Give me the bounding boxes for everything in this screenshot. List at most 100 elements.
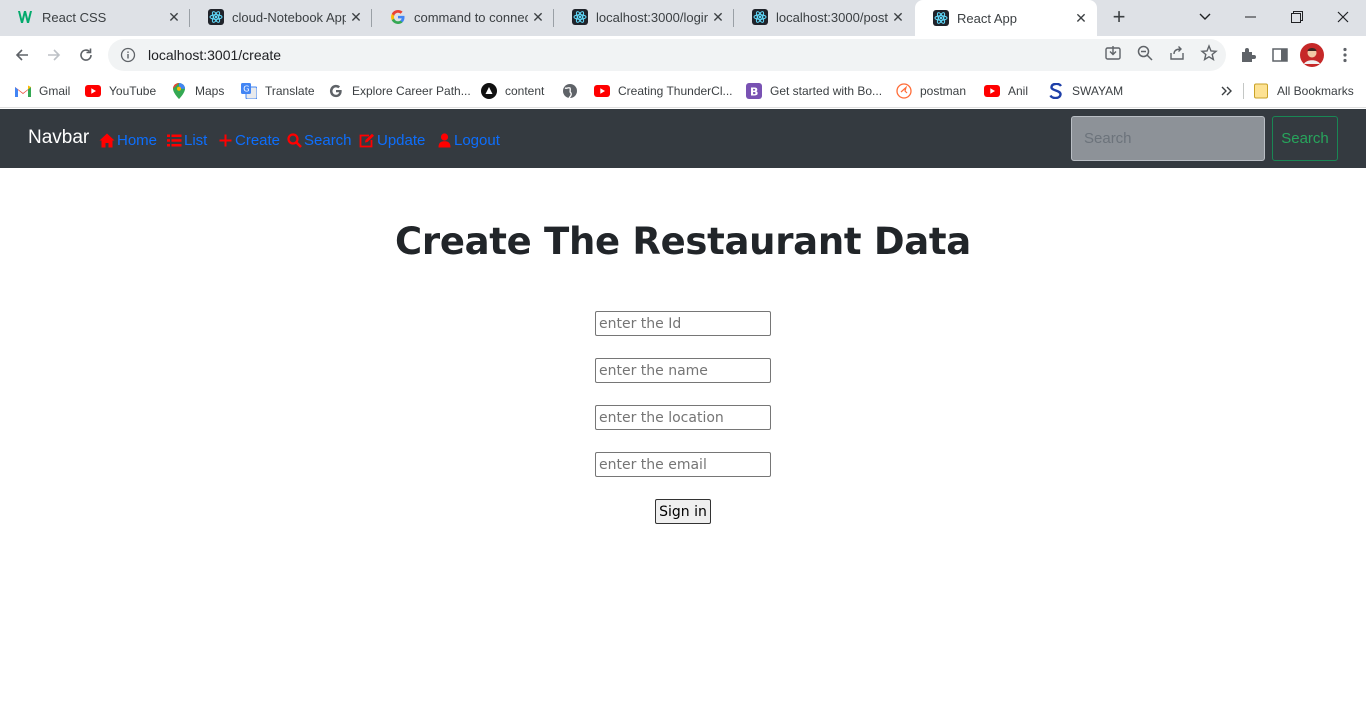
close-tab-icon[interactable]: ✕ (164, 7, 184, 27)
plus-icon (217, 132, 233, 148)
bootstrap-icon: B (746, 83, 762, 99)
email-field[interactable] (595, 452, 771, 477)
bookmark-label: Anil (1008, 84, 1029, 98)
svg-text:G: G (243, 85, 249, 94)
browser-tab-title: cloud-Notebook App (232, 9, 346, 25)
nav-link-label: Create (235, 131, 281, 149)
share-icon[interactable] (1168, 44, 1186, 67)
nav-link-label: Update (377, 131, 426, 149)
bookmark-translate[interactable]: G Translate (241, 81, 315, 101)
search-icon (286, 132, 302, 148)
address-bar[interactable]: localhost:3001/create (108, 39, 1226, 71)
bookmark-bootstrap[interactable]: B Get started with Bo... (746, 81, 882, 101)
maps-icon (171, 83, 187, 99)
browser-tab-title: command to connect (414, 9, 528, 25)
browser-tab[interactable]: cloud-Notebook App ✕ (190, 0, 372, 34)
bookmark-label: Creating ThunderCl... (618, 84, 733, 98)
tab-search-icon[interactable] (1182, 2, 1228, 32)
triangle-icon (481, 83, 497, 99)
navbar-brand[interactable]: Navbar (28, 127, 89, 149)
bookmark-label: Get started with Bo... (770, 84, 883, 98)
youtube-icon (85, 83, 101, 99)
navbar-search-button[interactable]: Search (1272, 116, 1338, 161)
globe-icon (562, 83, 578, 99)
browser-tab[interactable]: localhost:3000/login ✕ (554, 0, 734, 34)
google-icon (328, 83, 344, 99)
react-icon (752, 9, 768, 25)
bookmark-creating-thunder[interactable]: Creating ThunderCl... (594, 81, 733, 101)
new-tab-button[interactable]: + (1106, 4, 1132, 30)
bookmark-content[interactable]: content (481, 81, 544, 101)
browser-tab[interactable]: React CSS ✕ (0, 0, 190, 34)
site-info-icon[interactable] (120, 47, 136, 63)
install-app-icon[interactable] (1104, 44, 1122, 67)
nav-link-logout[interactable]: Logout (436, 130, 500, 150)
bookmark-swayam[interactable]: SWAYAM (1048, 81, 1123, 101)
all-bookmarks-folder[interactable]: All Bookmarks (1253, 81, 1354, 101)
bookmark-anil[interactable]: Anil (984, 81, 1028, 101)
swayam-icon (1048, 83, 1064, 99)
nav-link-label: Home (117, 131, 158, 149)
bookmark-star-icon[interactable] (1200, 43, 1218, 67)
forward-icon[interactable] (39, 40, 69, 70)
browser-tab-title: React App (957, 10, 1017, 26)
bookmarks-bar: Gmail YouTube Maps G Translate Explore C… (0, 74, 1366, 108)
bookmark-label: postman (920, 84, 967, 98)
react-icon (208, 9, 224, 25)
nav-link-create[interactable]: Create (217, 130, 280, 150)
bookmark-postman[interactable]: postman (896, 81, 966, 101)
edit-icon (359, 132, 375, 148)
close-tab-icon[interactable]: ✕ (528, 7, 548, 27)
react-icon (933, 10, 949, 26)
youtube-icon (984, 83, 1000, 99)
browser-menu-icon[interactable] (1330, 40, 1360, 70)
bookmark-label: content (505, 84, 545, 98)
home-icon (99, 132, 115, 148)
react-icon (572, 9, 588, 25)
svg-text:B: B (750, 86, 758, 99)
extensions-icon[interactable] (1233, 40, 1263, 70)
close-tab-icon[interactable]: ✕ (1071, 8, 1091, 28)
zoom-icon[interactable] (1136, 44, 1154, 67)
bookmark-youtube[interactable]: YouTube (85, 81, 156, 101)
youtube-icon (594, 83, 610, 99)
browser-tab[interactable]: command to connect ✕ (372, 0, 554, 34)
reload-icon[interactable] (71, 40, 101, 70)
navbar-search-input[interactable] (1071, 116, 1265, 161)
sign-in-button[interactable]: Sign in (655, 499, 711, 524)
bookmark-maps[interactable]: Maps (171, 81, 224, 101)
close-tab-icon[interactable]: ✕ (708, 7, 728, 27)
name-field[interactable] (595, 358, 771, 383)
more-bookmarks-icon[interactable] (1221, 81, 1233, 101)
close-window-icon[interactable] (1320, 2, 1366, 32)
nav-link-update[interactable]: Update (359, 130, 425, 150)
nav-link-home[interactable]: Home (99, 130, 157, 150)
browser-tab-strip: React CSS ✕ cloud-Notebook App ✕ command… (0, 0, 1366, 36)
bookmark-gmail[interactable]: Gmail (15, 81, 70, 101)
bookmark-globe[interactable] (562, 81, 586, 101)
close-tab-icon[interactable]: ✕ (346, 7, 366, 27)
gmail-icon (15, 83, 31, 99)
page-title: Create The Restaurant Data (395, 220, 971, 263)
nav-link-list[interactable]: List (166, 130, 207, 150)
close-tab-icon[interactable]: ✕ (888, 7, 908, 27)
user-icon (436, 132, 452, 148)
postman-icon (896, 83, 912, 99)
bookmark-label: Maps (195, 84, 225, 98)
folder-icon (1253, 83, 1269, 99)
browser-tab[interactable]: localhost:3000/posts ✕ (734, 0, 914, 34)
bookmark-label: SWAYAM (1072, 84, 1124, 98)
list-icon (166, 132, 182, 148)
avatar[interactable] (1297, 40, 1327, 70)
location-field[interactable] (595, 405, 771, 430)
bookmark-explore-career[interactable]: Explore Career Path... (328, 81, 471, 101)
id-field[interactable] (595, 311, 771, 336)
url-text: localhost:3001/create (148, 47, 282, 63)
browser-toolbar: localhost:3001/create (0, 36, 1366, 74)
side-panel-icon[interactable] (1265, 40, 1295, 70)
minimize-icon[interactable] (1228, 2, 1274, 32)
browser-tab-active[interactable]: React App ✕ (915, 0, 1097, 36)
nav-link-search[interactable]: Search (286, 130, 352, 150)
restore-icon[interactable] (1274, 2, 1320, 32)
back-icon[interactable] (7, 40, 37, 70)
